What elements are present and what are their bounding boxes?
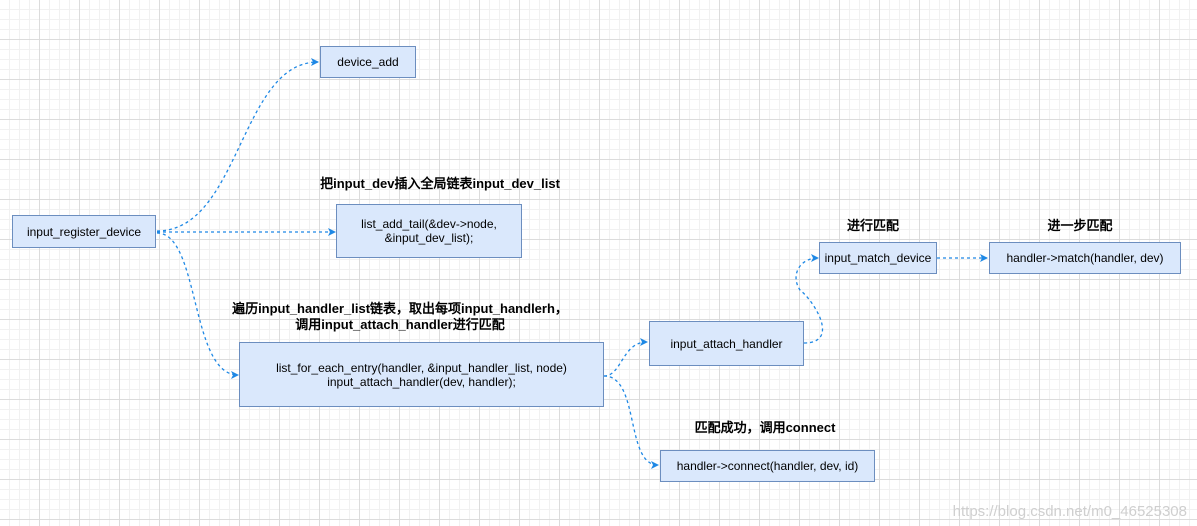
node-input-match-device[interactable]: input_match_device bbox=[819, 242, 937, 274]
label-match-success: 匹配成功，调用connect bbox=[694, 420, 836, 435]
node-handler-connect[interactable]: handler->connect(handler, dev, id) bbox=[660, 450, 875, 482]
label-further-match: 进一步匹配 bbox=[1047, 218, 1113, 233]
node-input-attach-handler[interactable]: input_attach_handler bbox=[649, 321, 804, 366]
node-device-add[interactable]: device_add bbox=[320, 46, 416, 78]
edge-for-each-to-connect bbox=[603, 375, 659, 469]
node-input-register-device[interactable]: input_register_device bbox=[12, 215, 156, 248]
edge-register-to-device-add bbox=[156, 58, 319, 232]
label-traverse: 遍历input_handler_list链表，取出每项input_handler… bbox=[232, 301, 568, 332]
label-insert-list: 把input_dev插入全局链表input_dev_list bbox=[320, 176, 560, 191]
node-list-for-each-entry[interactable]: list_for_each_entry(handler, &input_hand… bbox=[239, 342, 604, 407]
node-list-add-tail[interactable]: list_add_tail(&dev->node, &input_dev_lis… bbox=[336, 204, 522, 258]
node-handler-match[interactable]: handler->match(handler, dev) bbox=[989, 242, 1181, 274]
edge-for-each-to-attach bbox=[603, 338, 648, 377]
label-match: 进行匹配 bbox=[846, 218, 899, 233]
watermark: https://blog.csdn.net/m0_46525308 bbox=[952, 503, 1187, 520]
